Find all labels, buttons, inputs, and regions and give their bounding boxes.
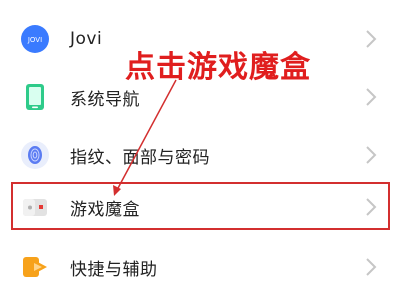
- annotation-text: 点击游戏魔盒: [125, 50, 311, 85]
